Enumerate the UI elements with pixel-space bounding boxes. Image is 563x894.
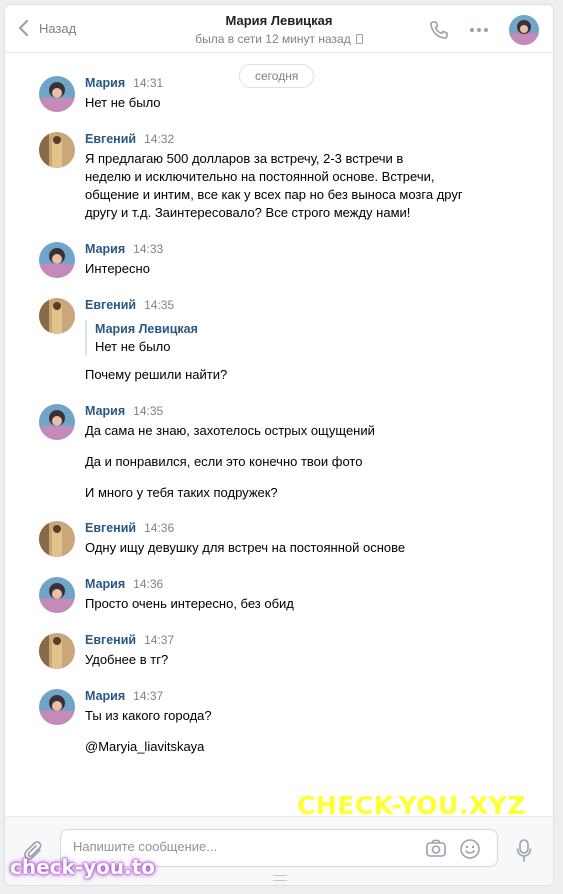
message-input[interactable] — [73, 839, 403, 854]
message-author[interactable]: Евгений — [85, 132, 136, 146]
avatar-maria[interactable] — [39, 689, 75, 725]
message-time[interactable]: 14:32 — [144, 132, 174, 146]
reply-quote[interactable]: Мария Левицкая Нет не было — [85, 320, 533, 356]
message[interactable]: Евгений 14:35 Мария Левицкая Нет не было … — [39, 298, 533, 384]
emoji-icon[interactable] — [459, 838, 481, 860]
avatar-evgeniy[interactable] — [39, 298, 75, 334]
message-time[interactable]: 14:37 — [133, 689, 163, 703]
quote-author[interactable]: Мария Левицкая — [95, 320, 533, 338]
quote-text: Нет не было — [95, 339, 171, 354]
avatar-evgeniy[interactable] — [39, 132, 75, 168]
message-time[interactable]: 14:37 — [144, 633, 174, 647]
online-status: была в сети 12 минут назад — [195, 32, 363, 46]
message-text: Удобнее в тг? — [85, 652, 169, 667]
message-text: Да и понравился, если это конечно твои ф… — [85, 454, 363, 469]
mobile-icon — [355, 34, 363, 44]
avatar-maria[interactable] — [39, 577, 75, 613]
avatar-maria[interactable] — [39, 242, 75, 278]
chat-header: Назад Мария Левицкая была в сети 12 мину… — [5, 5, 553, 53]
avatar-evgeniy[interactable] — [39, 633, 75, 669]
more-icon[interactable] — [469, 27, 489, 33]
message[interactable]: Мария 14:35 Да сама не знаю, захотелось о… — [39, 404, 533, 502]
avatar-evgeniy[interactable] — [39, 521, 75, 557]
message-author[interactable]: Мария — [85, 404, 125, 418]
message-text: Нет не было — [85, 95, 161, 110]
message-text: Просто очень интересно, без обид — [85, 596, 294, 611]
microphone-icon[interactable] — [516, 839, 532, 863]
avatar-maria[interactable] — [39, 76, 75, 112]
message-time[interactable]: 14:35 — [144, 298, 174, 312]
message-time[interactable]: 14:36 — [133, 577, 163, 591]
message-author[interactable]: Мария — [85, 76, 125, 90]
chat-window: Назад Мария Левицкая была в сети 12 мину… — [4, 4, 554, 886]
camera-icon[interactable] — [425, 838, 447, 858]
message-text: Одну ищу девушку для встреч на постоянно… — [85, 540, 406, 555]
message-text: Почему решили найти? — [85, 367, 228, 382]
message-text: Ты из какого города? — [85, 708, 212, 723]
message-text: И много у тебя таких подружек? — [85, 485, 278, 500]
message[interactable]: Мария 14:31 Нет не было — [39, 76, 533, 112]
online-status-text: была в сети 12 минут назад — [195, 32, 351, 46]
message-text: @Maryia_liavitskaya — [85, 739, 205, 754]
message[interactable]: Мария 14:36 Просто очень интересно, без о… — [39, 577, 533, 613]
message[interactable]: Евгений 14:32 Я предлагаю 500 долларов за… — [39, 132, 533, 222]
message-author[interactable]: Мария — [85, 242, 125, 256]
message-author[interactable]: Евгений — [85, 633, 136, 647]
message[interactable]: Мария 14:33 Интересно — [39, 242, 533, 278]
message[interactable]: Евгений 14:36 Одну ищу девушку для встреч… — [39, 521, 533, 557]
message[interactable]: Евгений 14:37 Удобнее в тг? — [39, 633, 533, 669]
message-text: Да сама не знаю, захотелось острых ощуще… — [85, 423, 375, 438]
message-time[interactable]: 14:31 — [133, 76, 163, 90]
watermark-small: check-you.to — [10, 855, 156, 879]
message-time[interactable]: 14:36 — [144, 521, 174, 535]
avatar-maria[interactable] — [39, 404, 75, 440]
message-author[interactable]: Мария — [85, 689, 125, 703]
resize-handle[interactable] — [273, 875, 287, 881]
message-time[interactable]: 14:33 — [133, 242, 163, 256]
message-author[interactable]: Мария — [85, 577, 125, 591]
message-author[interactable]: Евгений — [85, 521, 136, 535]
message[interactable]: Мария 14:37 Ты из какого города? @Maryia_… — [39, 689, 533, 756]
message-history[interactable]: сегодня Мария 14:31 Нет не было Евгений 14… — [5, 54, 553, 816]
message-text: Я предлагаю 500 долларов за встречу, 2-3… — [85, 151, 463, 220]
header-avatar[interactable] — [509, 15, 539, 45]
message-author[interactable]: Евгений — [85, 298, 136, 312]
message-time[interactable]: 14:35 — [133, 404, 163, 418]
message-text: Интересно — [85, 261, 150, 276]
phone-icon[interactable] — [429, 20, 449, 40]
header-actions — [429, 15, 539, 45]
